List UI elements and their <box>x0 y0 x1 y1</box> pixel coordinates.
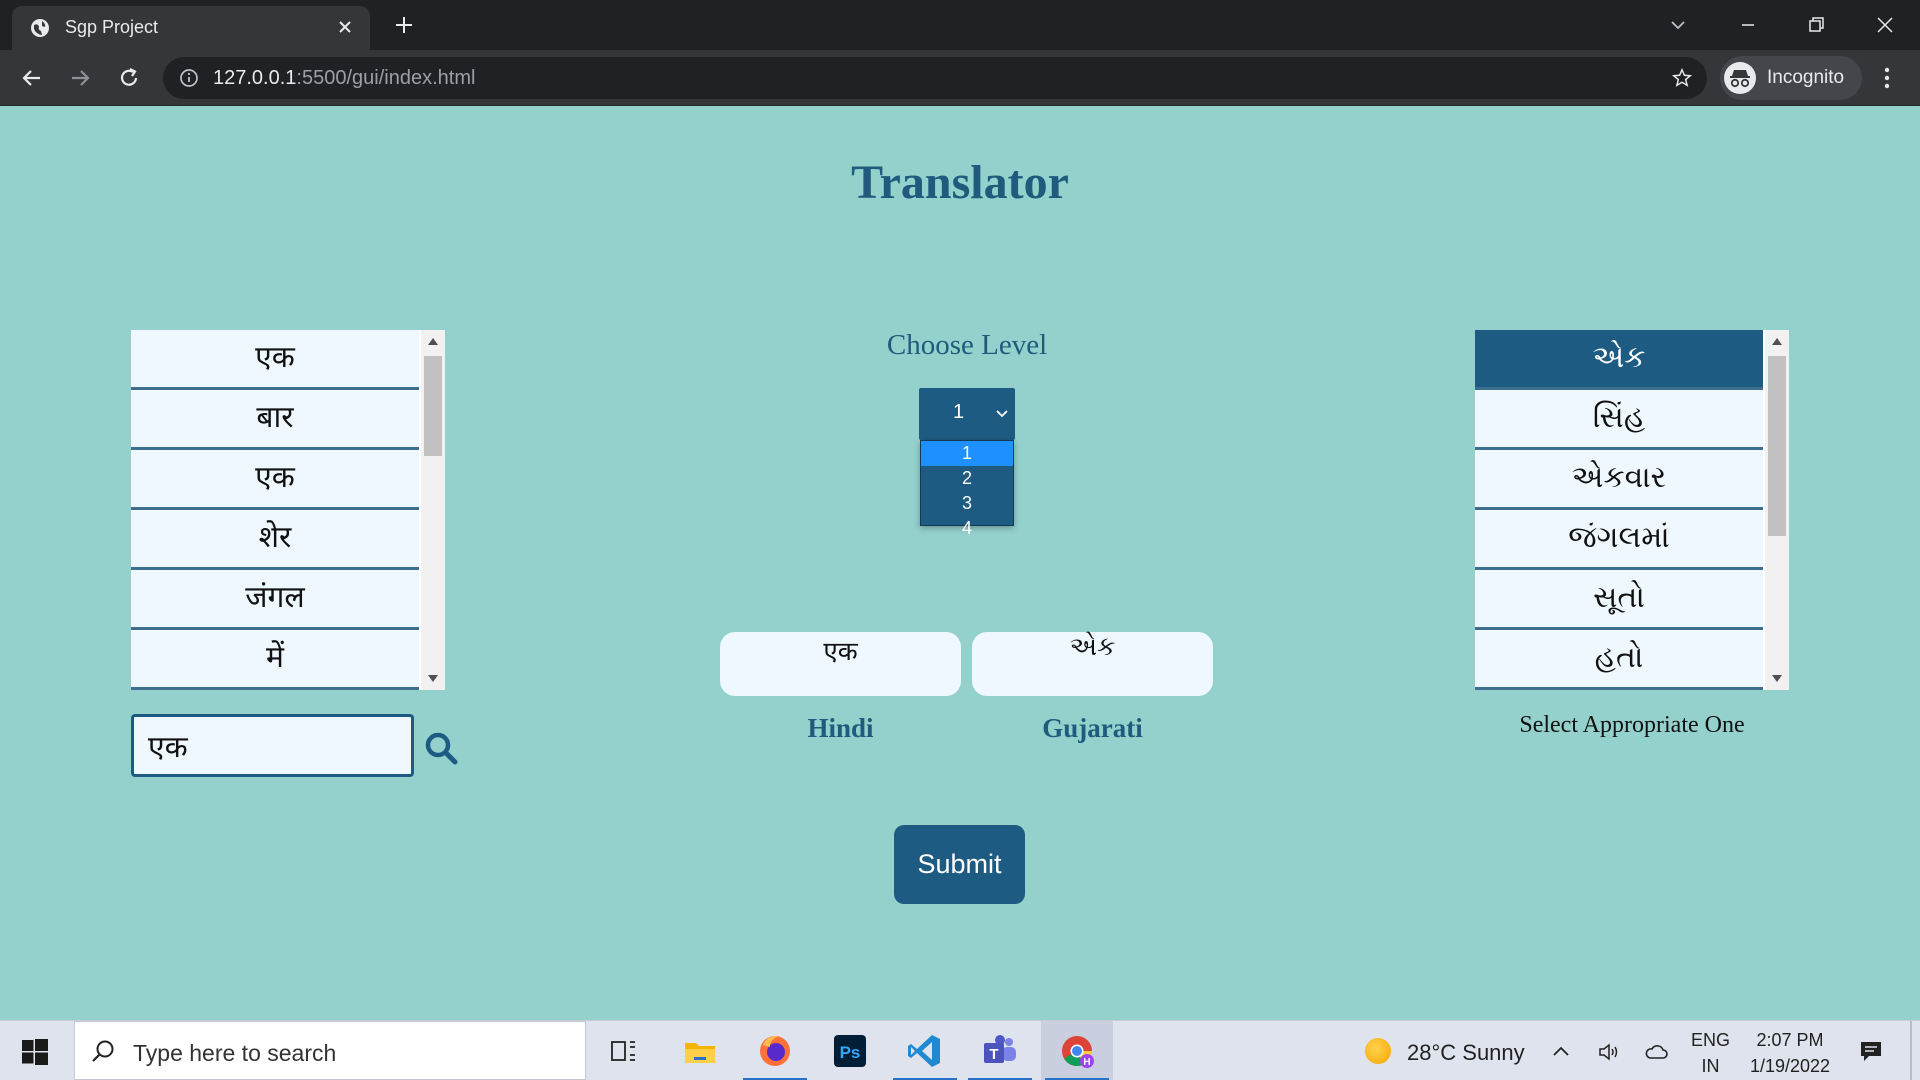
weather-text[interactable]: 28°C Sunny <box>1407 1040 1525 1066</box>
photoshop-app[interactable]: Ps <box>830 1031 870 1071</box>
level-option[interactable]: 1 <box>921 441 1013 466</box>
close-tab-icon[interactable] <box>334 16 356 38</box>
scroll-up-arrow-icon[interactable] <box>1772 338 1782 345</box>
vscode-app[interactable] <box>893 1031 957 1080</box>
chevron-down-icon[interactable] <box>1663 10 1693 40</box>
windows-start-icon[interactable] <box>22 1039 48 1065</box>
vscode-icon <box>908 1035 940 1067</box>
gujarati-list-scrollbar[interactable] <box>1765 330 1789 690</box>
taskbar-search-box[interactable]: Type here to search <box>74 1021 586 1080</box>
scroll-down-arrow-icon[interactable] <box>1772 675 1782 682</box>
firefox-app[interactable] <box>743 1031 807 1080</box>
forward-arrow-icon[interactable] <box>65 63 95 93</box>
level-option[interactable]: 4 <box>921 516 1013 541</box>
browser-toolbar: 127.0.0.1:5500/gui/index.html Incognito <box>0 50 1920 106</box>
teams-icon: T <box>984 1035 1016 1063</box>
clock-date: 1/19/2022 <box>1749 1056 1831 1076</box>
url-host: 127.0.0.1 <box>213 67 297 89</box>
hindi-word-item[interactable]: बार <box>131 390 419 450</box>
search-input[interactable] <box>131 714 414 777</box>
submit-button[interactable]: Submit <box>894 825 1025 904</box>
incognito-profile-button[interactable]: Incognito <box>1720 56 1862 100</box>
kebab-menu-icon[interactable] <box>1875 63 1899 93</box>
gujarati-word-item[interactable]: એકવાર <box>1475 450 1763 510</box>
search-icon <box>92 1040 114 1062</box>
taskbar-search-placeholder: Type here to search <box>133 1040 337 1066</box>
choose-level-label: Choose Level <box>886 329 1048 361</box>
level-selected-value: 1 <box>953 401 965 423</box>
gujarati-word-item[interactable]: હતો <box>1475 630 1763 690</box>
taskbar: Type here to search Ps T H 28°C Sunny EN… <box>0 1020 1920 1080</box>
clock-time: 2:07 PM <box>1756 1030 1824 1050</box>
gujarati-output-box: એક <box>972 632 1213 696</box>
svg-text:Ps: Ps <box>840 1043 861 1062</box>
minimize-icon[interactable] <box>1733 10 1763 40</box>
hindi-word-item[interactable]: एक <box>131 330 419 390</box>
task-view-icon[interactable] <box>604 1031 644 1071</box>
hindi-word-item[interactable]: एक <box>131 450 419 510</box>
system-clock[interactable]: 2:07 PM 1/19/2022 <box>1740 1027 1840 1079</box>
hindi-output-box: एक <box>720 632 961 696</box>
chrome-icon: H <box>1062 1036 1094 1068</box>
scroll-down-arrow-icon[interactable] <box>428 675 438 682</box>
bookmark-star-icon[interactable] <box>1671 67 1693 89</box>
browser-tab-strip: Sgp Project <box>0 0 1920 50</box>
hindi-word-item[interactable]: में <box>131 630 419 690</box>
tab-title: Sgp Project <box>65 17 159 37</box>
gujarati-label: Gujarati <box>1042 713 1143 743</box>
chevron-up-icon[interactable] <box>1548 1039 1574 1065</box>
new-tab-icon[interactable] <box>392 13 416 37</box>
teams-app[interactable]: T <box>968 1031 1032 1080</box>
search-icon[interactable] <box>423 730 459 766</box>
scrollbar-thumb[interactable] <box>424 356 442 456</box>
hindi-word-item[interactable]: जंगल <box>131 570 419 630</box>
svg-text:T: T <box>989 1046 998 1063</box>
chevron-down-icon <box>996 410 1008 418</box>
level-option[interactable]: 3 <box>921 491 1013 516</box>
notification-icon[interactable] <box>1857 1037 1885 1065</box>
close-window-icon[interactable] <box>1870 10 1900 40</box>
file-explorer-icon[interactable] <box>680 1031 720 1071</box>
show-desktop-button[interactable] <box>1910 1021 1912 1080</box>
back-arrow-icon[interactable] <box>17 63 47 93</box>
hindi-label: Hindi <box>807 713 874 743</box>
select-hint-text: Select Appropriate One <box>1519 712 1745 738</box>
hindi-word-list[interactable]: एक बार एक शेर जंगल में <box>131 330 445 690</box>
page-content: Translator एक बार एक शेर जंगल में Choose… <box>0 107 1920 1020</box>
address-bar[interactable]: 127.0.0.1:5500/gui/index.html <box>163 57 1707 99</box>
incognito-icon <box>1724 62 1756 94</box>
gujarati-word-item[interactable]: જંગલમાં <box>1475 510 1763 570</box>
photoshop-icon: Ps <box>834 1035 866 1067</box>
restore-icon[interactable] <box>1801 10 1831 40</box>
url-path: :5500/gui/index.html <box>296 67 476 89</box>
language-indicator[interactable]: ENG IN <box>1691 1027 1730 1079</box>
level-dropdown-options: 1 2 3 4 <box>920 440 1014 538</box>
sun-icon[interactable] <box>1365 1038 1391 1064</box>
svg-text:H: H <box>1083 1057 1090 1068</box>
info-icon[interactable] <box>179 68 199 88</box>
gujarati-word-list[interactable]: એક સિંહ એકવાર જંગલમાં સૂતો હતો <box>1475 330 1789 690</box>
firefox-icon <box>760 1035 790 1066</box>
gujarati-word-item[interactable]: સૂતો <box>1475 570 1763 630</box>
volume-icon[interactable] <box>1596 1039 1622 1065</box>
page-title: Translator <box>851 156 1069 209</box>
language-code: ENG <box>1691 1030 1731 1050</box>
gujarati-word-item[interactable]: એક <box>1475 330 1763 390</box>
globe-icon <box>31 19 49 37</box>
browser-tab[interactable]: Sgp Project <box>12 6 370 50</box>
level-option[interactable]: 2 <box>921 466 1013 491</box>
url-text: 127.0.0.1:5500/gui/index.html <box>213 67 475 90</box>
level-select[interactable]: 1 <box>919 388 1015 440</box>
hindi-word-item[interactable]: शेर <box>131 510 419 570</box>
scrollbar-thumb[interactable] <box>1768 356 1786 536</box>
hindi-list-scrollbar[interactable] <box>421 330 445 690</box>
gujarati-word-item[interactable]: સિંહ <box>1475 390 1763 450</box>
reload-icon[interactable] <box>114 63 144 93</box>
scroll-up-arrow-icon[interactable] <box>428 338 438 345</box>
incognito-label: Incognito <box>1767 67 1845 88</box>
onedrive-cloud-icon[interactable] <box>1643 1039 1669 1065</box>
region-code: IN <box>1701 1056 1720 1076</box>
chrome-app[interactable]: H <box>1045 1031 1109 1080</box>
